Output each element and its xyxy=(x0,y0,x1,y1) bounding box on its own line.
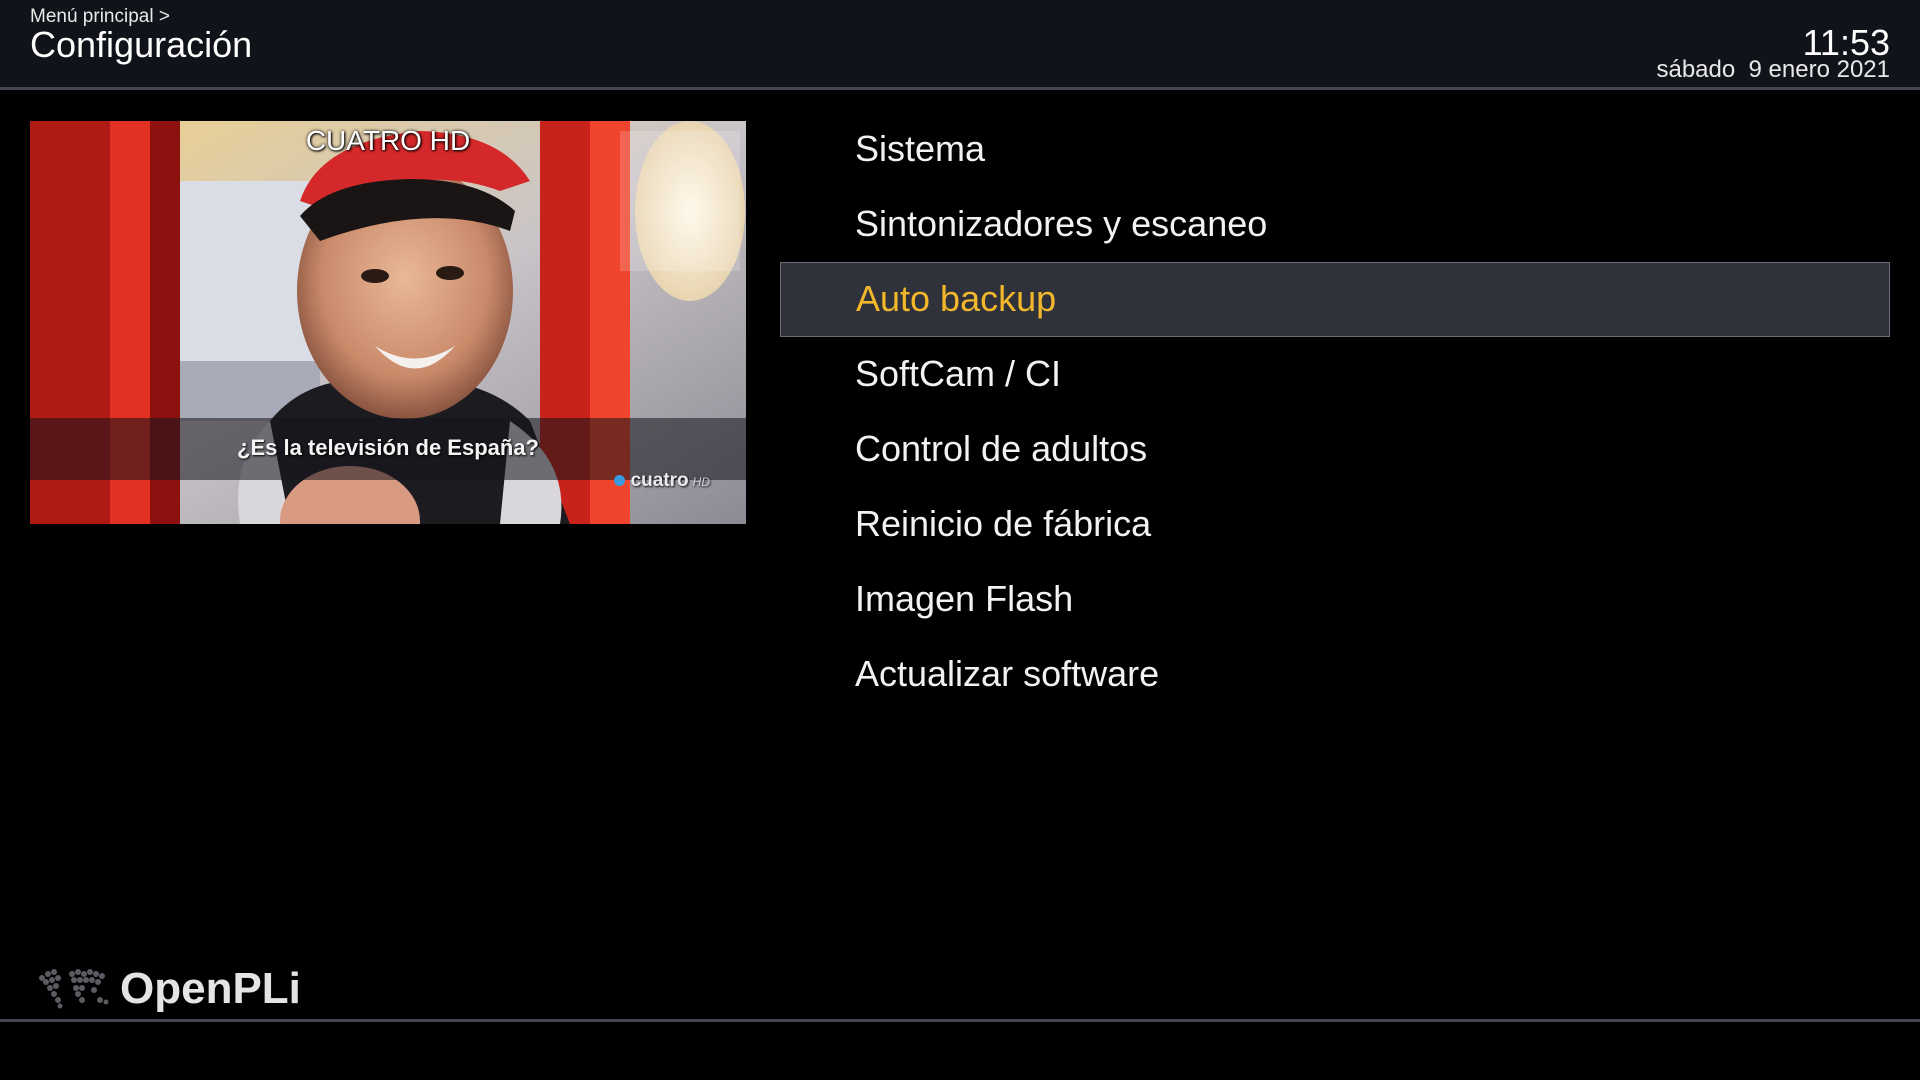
footer-divider xyxy=(0,1019,1920,1022)
header-divider xyxy=(0,87,1920,90)
openpli-logo: OpenPLi xyxy=(32,960,301,1020)
menu-item-softcam[interactable]: SoftCam / CI xyxy=(780,337,1890,412)
menu-item-label: Sistema xyxy=(855,128,986,169)
world-map-icon xyxy=(39,969,109,1009)
menu-item-sintonizadores[interactable]: Sintonizadores y escaneo xyxy=(780,187,1890,262)
brand-name: OpenPLi xyxy=(120,964,301,1013)
menu-item-label: SoftCam / CI xyxy=(855,353,1062,394)
header-bar: Menú principal > Configuración 11:53 sáb… xyxy=(0,0,1920,87)
menu-item-sistema[interactable]: Sistema xyxy=(780,112,1890,187)
menu-item-label: Actualizar software xyxy=(855,653,1160,694)
channel-name: CUATRO HD xyxy=(305,125,471,156)
menu-item-label: Auto backup xyxy=(856,278,1057,319)
menu-item-actualizar-software[interactable]: Actualizar software xyxy=(780,637,1890,712)
date-label: sábado 9 enero 2021 xyxy=(1656,56,1890,83)
watermark-hd: HD xyxy=(692,475,710,489)
watermark-name: cuatro xyxy=(630,470,689,491)
menu-item-imagen-flash[interactable]: Imagen Flash xyxy=(780,562,1890,637)
screen: Menú principal > Configuración 11:53 sáb… xyxy=(0,0,1920,1080)
menu-item-label: Reinicio de fábrica xyxy=(855,503,1152,544)
page-title: Configuración xyxy=(30,24,253,65)
menu-item-reinicio-fabrica[interactable]: Reinicio de fábrica xyxy=(780,487,1890,562)
channel-dot-icon xyxy=(613,475,625,487)
menu-item-auto-backup[interactable]: Auto backup xyxy=(780,262,1890,337)
menu-item-control-adultos[interactable]: Control de adultos xyxy=(780,412,1890,487)
tv-preview: CUATRO HD ¿Es la televisión de España? c… xyxy=(30,121,746,524)
subtitle-text: ¿Es la televisión de España? xyxy=(237,435,539,460)
menu-item-label: Imagen Flash xyxy=(855,578,1074,619)
channel-watermark: cuatro HD xyxy=(613,470,710,492)
settings-menu: Sistema Sintonizadores y escaneo Auto ba… xyxy=(780,112,1890,712)
menu-item-label: Control de adultos xyxy=(855,428,1148,469)
menu-item-label: Sintonizadores y escaneo xyxy=(855,203,1268,244)
